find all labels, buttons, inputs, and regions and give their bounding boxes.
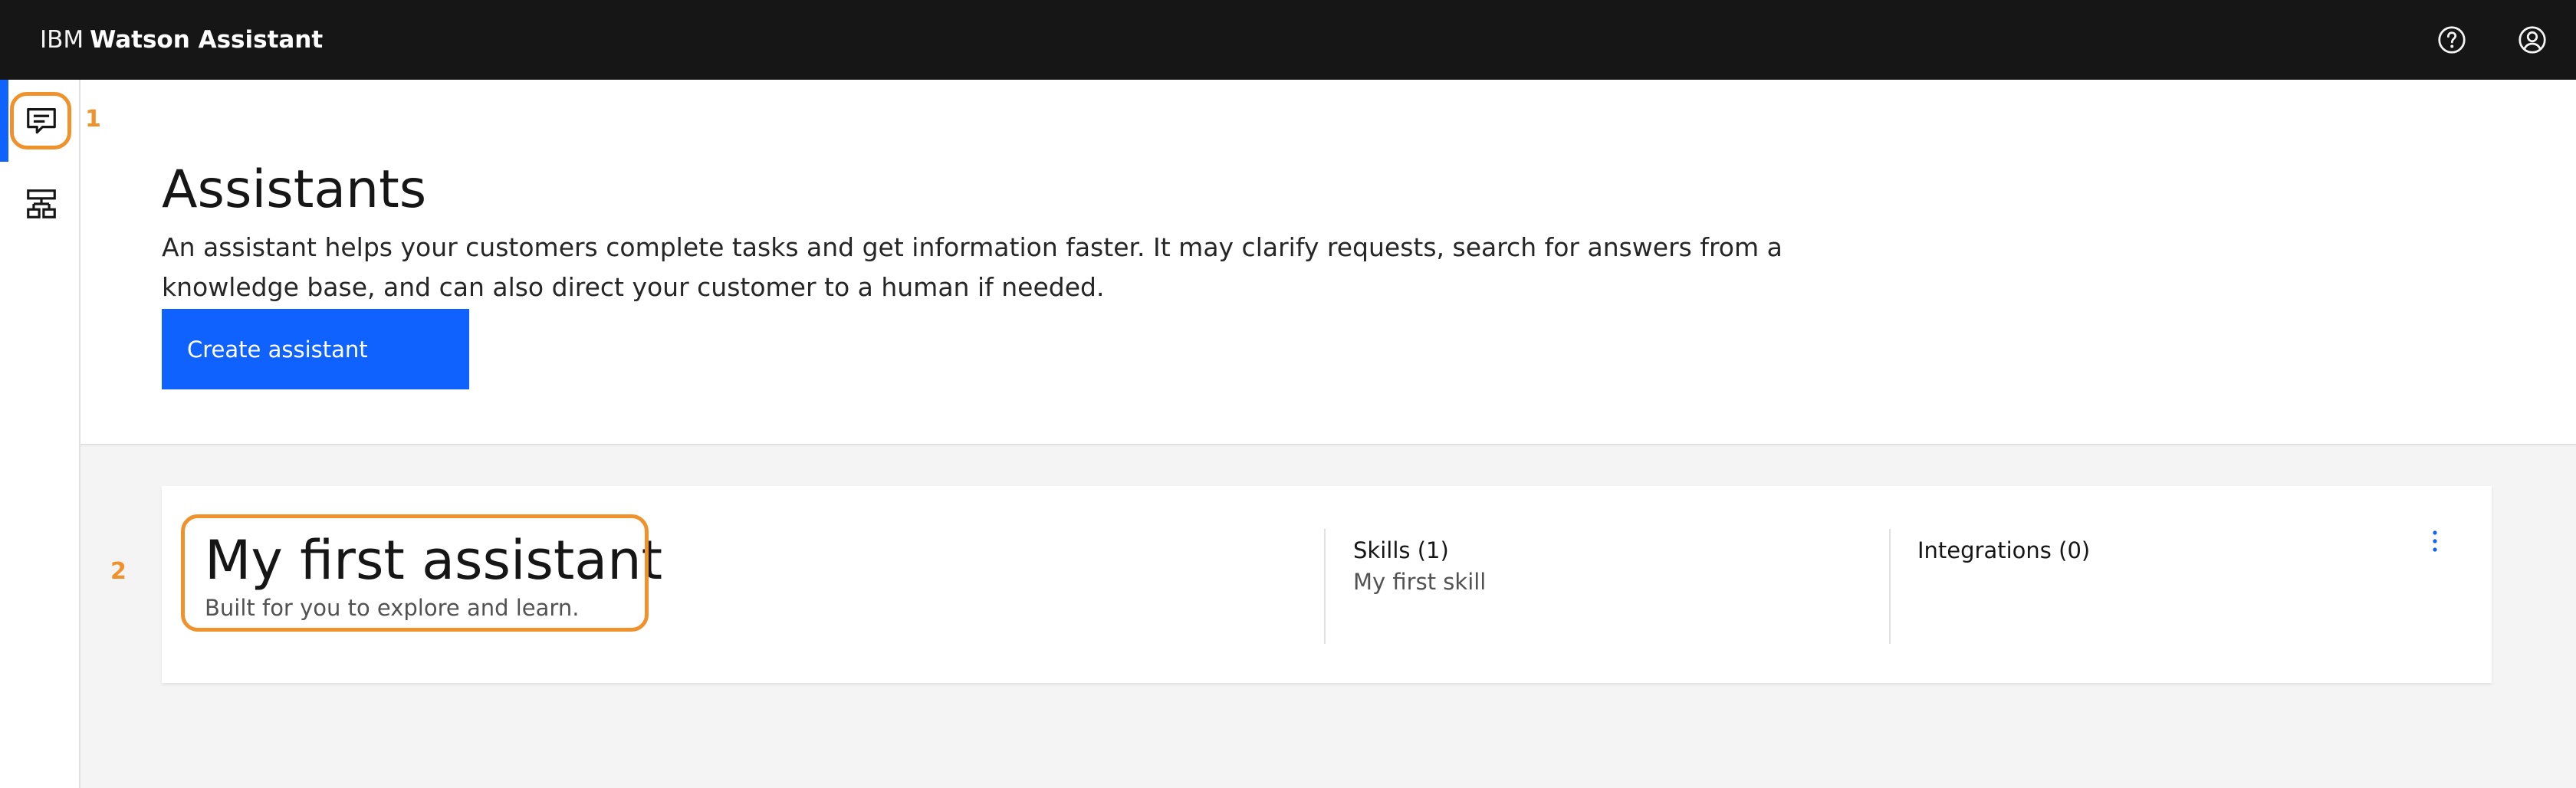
page-description: An assistant helps your customers comple… xyxy=(162,232,1783,302)
skill-link[interactable]: My first skill xyxy=(1353,567,1486,596)
nav-item-skills[interactable] xyxy=(12,175,71,233)
skills-tree-icon xyxy=(27,189,56,218)
user-avatar-icon xyxy=(2518,26,2546,54)
annotation-highlight-2 xyxy=(181,514,649,632)
assistant-card[interactable]: My first assistant Built for you to expl… xyxy=(162,486,2492,683)
skills-heading: Skills (1) xyxy=(1353,537,1449,563)
brand-name: Watson Assistant xyxy=(90,26,324,54)
page-title: Assistants xyxy=(162,159,427,220)
annotation-number-1: 1 xyxy=(85,106,101,133)
overflow-menu-icon xyxy=(2433,530,2437,552)
help-button[interactable] xyxy=(2429,17,2475,63)
integrations-heading: Integrations (0) xyxy=(1917,537,2091,563)
active-nav-indicator xyxy=(0,80,8,162)
top-header: IBM Watson Assistant xyxy=(0,0,2576,80)
brand-prefix: IBM xyxy=(40,26,84,54)
annotation-number-2: 2 xyxy=(110,558,127,585)
overflow-menu-button[interactable] xyxy=(2420,526,2450,557)
help-icon xyxy=(2438,26,2466,54)
annotation-highlight-1 xyxy=(10,92,71,149)
card-divider xyxy=(1324,529,1326,644)
app-brand[interactable]: IBM Watson Assistant xyxy=(40,23,323,57)
card-divider xyxy=(1889,529,1891,644)
side-navigation xyxy=(0,80,80,788)
create-assistant-button[interactable]: Create assistant xyxy=(162,309,469,389)
user-avatar-button[interactable] xyxy=(2509,17,2555,63)
